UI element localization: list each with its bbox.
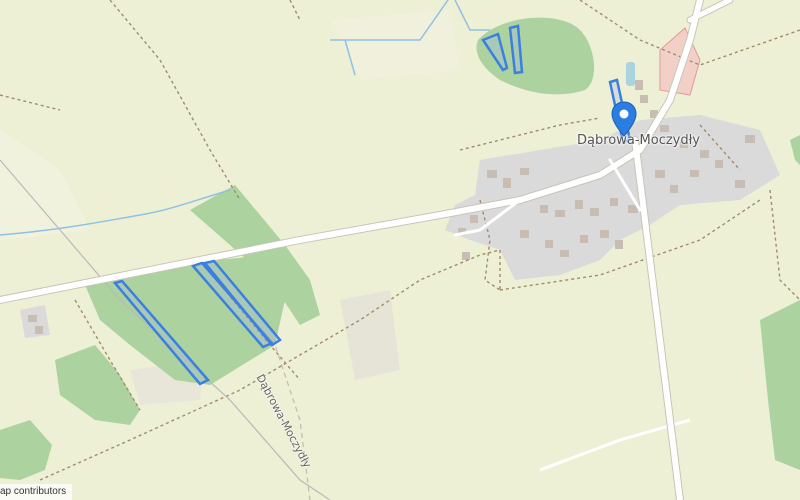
map-view[interactable]: Dąbrowa-Moczydły Dąbrowa-Moczydły ap con… (0, 0, 800, 500)
place-label: Dąbrowa-Moczydły (577, 133, 701, 148)
map-canvas[interactable] (0, 0, 800, 500)
map-pin-icon[interactable] (611, 101, 637, 137)
pond (626, 62, 635, 86)
map-attribution: ap contributors (0, 484, 73, 500)
